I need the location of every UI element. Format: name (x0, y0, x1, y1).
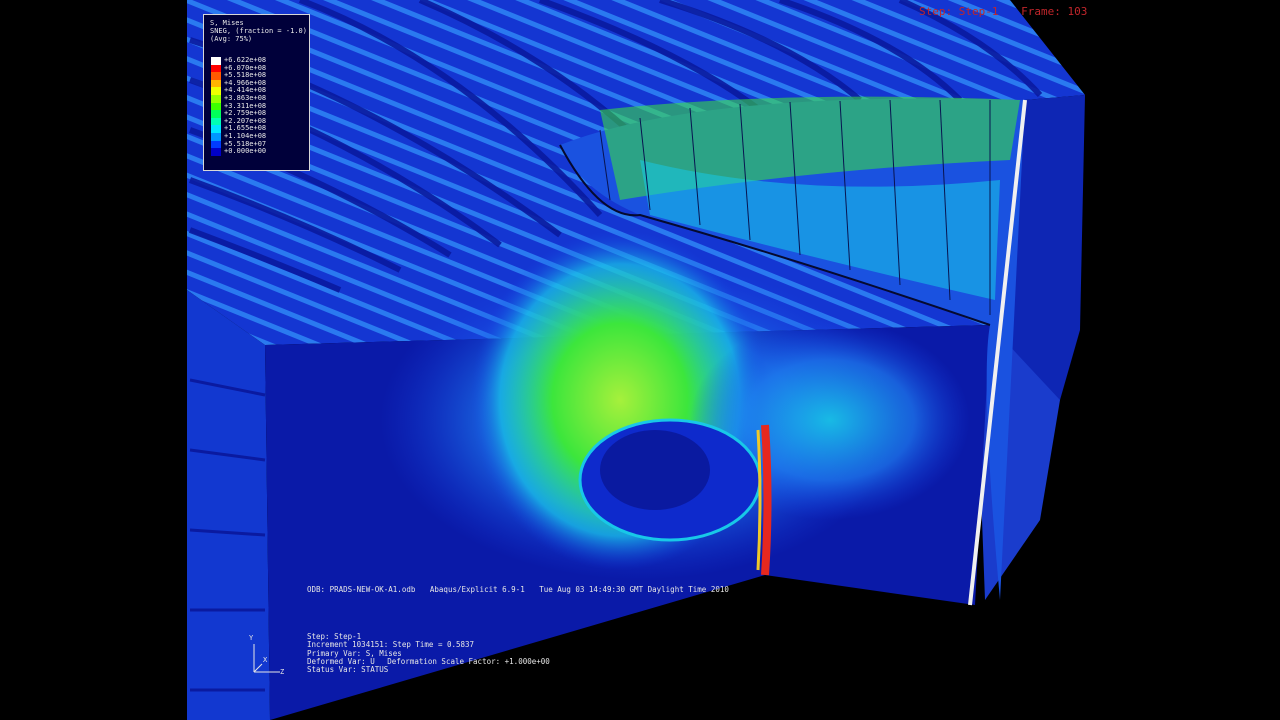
status-scale-factor: Deformation Scale Factor: +1.000e+00 (387, 656, 550, 666)
odb-info-line: ODB: PRADS-NEW-OK-A1.odb Abaqus/Explicit… (307, 585, 739, 594)
odb-name: ODB: PRADS-NEW-OK-A1.odb (307, 585, 416, 594)
legend-swatch (211, 132, 221, 141)
legend-swatch (211, 102, 221, 111)
legend-swatch (211, 72, 221, 80)
contour-legend[interactable]: S, Mises SNEG, (fraction = -1.0) (Avg: 7… (203, 14, 310, 171)
legend-title-1: S, Mises (210, 19, 244, 27)
abaqus-viewport[interactable]: Step: Step-1 Frame: 103 S, Mises SNEG, (… (0, 0, 1280, 720)
legend-swatch (211, 117, 221, 126)
legend-swatch (211, 79, 221, 88)
legend-title-2: SNEG, (fraction = -1.0) (210, 27, 307, 35)
legend-swatch (211, 87, 221, 95)
stress-hotspot (761, 424, 772, 576)
triad-y-label: Y (249, 634, 254, 642)
legend-swatch (211, 148, 221, 156)
triad-z-label: Z (280, 668, 285, 676)
legend-swatch (211, 94, 221, 103)
status-block: Step: Step-1 Increment 1034151: Step Tim… (307, 632, 558, 675)
bulb-inner (600, 430, 710, 510)
step-label: Step: Step-1 (919, 5, 999, 18)
legend-title-3: (Avg: 75%) (210, 35, 253, 43)
legend-value: +0.000e+00 (224, 147, 267, 156)
legend-swatch (211, 64, 221, 73)
fe-model-render[interactable] (0, 0, 1280, 720)
legend-swatch (211, 110, 221, 118)
status-status-var: Status Var: STATUS (307, 665, 389, 675)
legend-swatch (211, 125, 221, 133)
legend-swatch (211, 140, 221, 149)
triad-x-label: X (263, 656, 268, 664)
step-frame-label: Step: Step-1 Frame: 103 (919, 5, 1103, 18)
axis-triad: Y Z X (240, 632, 300, 682)
solver-version: Abaqus/Explicit 6.9-1 (429, 585, 525, 594)
frame-label: Frame: 103 (1021, 5, 1088, 18)
legend-swatch (211, 57, 221, 65)
odb-date: Tue Aug 03 14:49:30 GMT Daylight Time 20… (539, 585, 729, 594)
